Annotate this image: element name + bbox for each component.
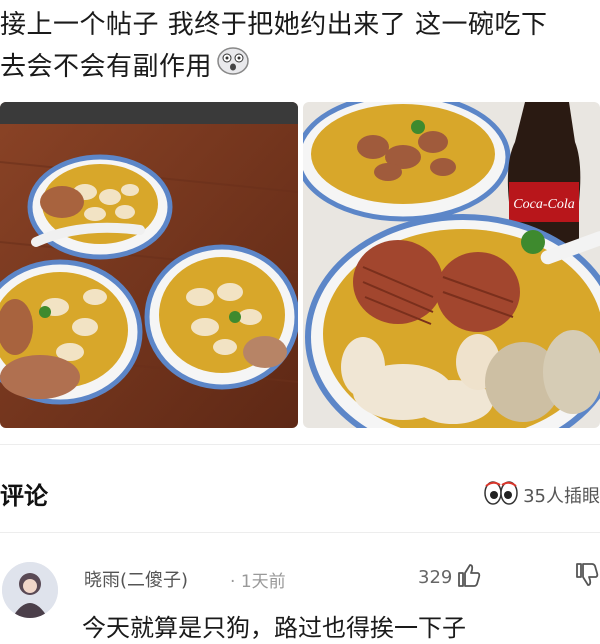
comment-time: · 1天前 bbox=[230, 567, 286, 592]
watchers-count: 35人插眼 bbox=[523, 486, 600, 507]
dot-separator: · bbox=[230, 572, 241, 592]
post-text: 接上一个帖子 我终于把她约出来了 这一碗吃下 去会不会有副作用 bbox=[0, 4, 600, 89]
like-button[interactable]: 329 bbox=[418, 562, 482, 592]
comment-text: 今天就算是只狗，路过也得挨一下子 bbox=[82, 614, 466, 642]
post-text-line-2-text: 去会不会有副作用 bbox=[0, 52, 213, 82]
divider bbox=[0, 444, 600, 445]
comments-section-title: 评论 bbox=[0, 482, 48, 510]
comment-time-text: 1天前 bbox=[240, 572, 286, 592]
post-photo-left[interactable] bbox=[0, 102, 298, 428]
dislike-button[interactable] bbox=[574, 562, 600, 592]
watchers-indicator[interactable]: 35人插眼 bbox=[483, 480, 600, 510]
post-photo-right[interactable]: Coca-Cola bbox=[303, 102, 600, 428]
post-text-line-1: 接上一个帖子 我终于把她约出来了 这一碗吃下 bbox=[0, 10, 548, 40]
thumbs-down-icon bbox=[574, 563, 600, 592]
like-count: 329 bbox=[418, 566, 453, 588]
bottle-label: Coca-Cola bbox=[513, 197, 574, 212]
divider bbox=[0, 532, 600, 533]
shocked-face-emoji-icon bbox=[216, 46, 250, 89]
post-text-line-2: 去会不会有副作用 bbox=[0, 46, 600, 89]
avatar[interactable] bbox=[2, 562, 58, 618]
comment-author[interactable]: 晓雨(二傻子) bbox=[84, 566, 188, 592]
eyes-icon bbox=[483, 480, 519, 510]
thumbs-up-icon bbox=[456, 562, 482, 592]
